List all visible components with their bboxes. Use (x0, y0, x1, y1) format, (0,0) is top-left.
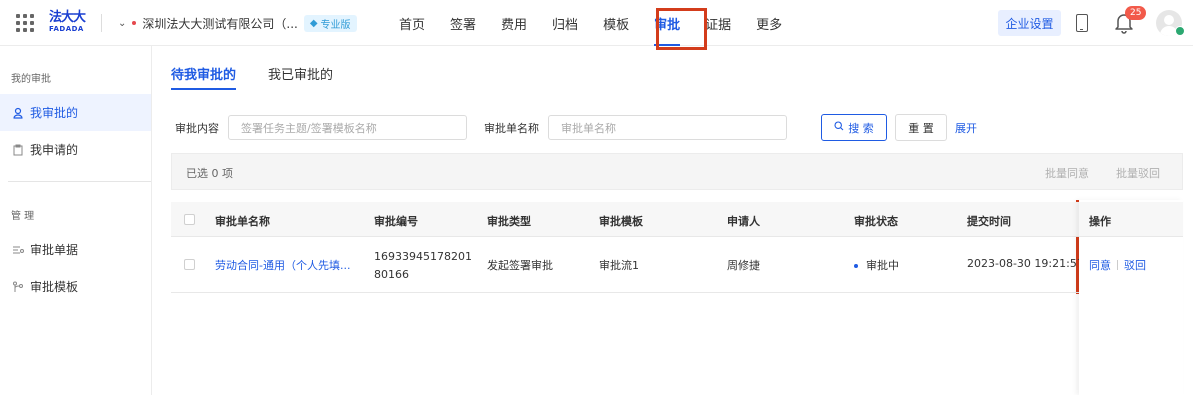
logo-text: 法大大 (49, 10, 86, 25)
nav-evidence[interactable]: 证据 (705, 0, 731, 46)
name-filter-label: 审批单名称 (484, 122, 539, 135)
nav-more[interactable]: 更多 (756, 0, 782, 46)
verified-icon (1175, 26, 1185, 36)
col-header-status: 审批状态 (854, 215, 898, 228)
nav-approval[interactable]: 审批 (654, 0, 681, 46)
app-grid-icon[interactable] (16, 14, 34, 32)
company-name: 深圳法大大测试有限公司（... (142, 16, 298, 31)
col-header-template: 审批模板 (599, 215, 643, 228)
clipboard-icon (12, 144, 24, 156)
row-checkbox[interactable] (184, 259, 195, 270)
sidebar-section-mine: 我的审批 (11, 74, 51, 85)
status-badge: 审批中 (854, 257, 899, 273)
sidebar: 我的审批 我审批的 我申请的 管 理 审批单据 审批模板 (0, 46, 152, 395)
nav-billing[interactable]: 费用 (501, 0, 527, 46)
sidebar-item-approval-forms[interactable]: 审批单据 (0, 231, 151, 268)
logo-subtext: FADADA (49, 25, 84, 33)
header-divider (101, 14, 102, 32)
bulk-reject-button[interactable]: 批量驳回 (1116, 165, 1160, 181)
reject-button[interactable]: 驳回 (1124, 257, 1146, 273)
col-header-actions-label: 操作 (1089, 215, 1111, 228)
submit-time: 2023-08-30 19:21:57 (967, 257, 1084, 270)
diamond-icon: ◆ (309, 17, 318, 29)
sidebar-item-my-applications[interactable]: 我申请的 (0, 131, 151, 168)
selection-count: 已选 0 项 (186, 167, 233, 180)
company-switcher[interactable]: ⌄ 深圳法大大测试有限公司（... ◆ 专业版 (118, 13, 357, 33)
col-header-submit-time: 提交时间 (967, 215, 1011, 228)
bulk-approve-button[interactable]: 批量同意 (1045, 165, 1089, 181)
status-dot-icon (132, 21, 137, 25)
col-header-name: 审批单名称 (215, 215, 270, 228)
brand-logo[interactable]: 法大大 FADADA (49, 11, 91, 35)
main-nav: 首页 签署 费用 归档 模板 审批 证据 更多 (399, 0, 807, 46)
table-header: 审批单名称 审批编号 审批类型 审批模板 申请人 审批状态 提交时间 (171, 202, 1183, 237)
expand-filters-link[interactable]: 展开 (955, 120, 977, 136)
sidebar-item-approval-templates[interactable]: 审批模板 (0, 268, 151, 305)
search-button[interactable]: 搜 索 (821, 114, 887, 141)
tab-pending-my-approval[interactable]: 待我审批的 (171, 56, 237, 90)
approval-type: 发起签署审批 (487, 259, 553, 272)
enterprise-settings-button[interactable]: 企业设置 (998, 10, 1061, 36)
status-text: 审批中 (866, 259, 899, 272)
table-row: 劳动合同-通用（个人先填... 16933945178201 80166 发起签… (171, 237, 1183, 293)
col-header-actions: 操作 (1079, 202, 1183, 237)
nav-home[interactable]: 首页 (399, 0, 425, 46)
sidebar-item-label: 审批模板 (30, 280, 79, 294)
approval-name-link[interactable]: 劳动合同-通用（个人先填... (215, 257, 350, 273)
action-separator (1117, 260, 1118, 270)
sidebar-section-manage: 管 理 (11, 211, 35, 222)
status-dot-icon (854, 264, 858, 268)
select-all-checkbox[interactable] (184, 214, 195, 225)
col-header-type: 审批类型 (487, 215, 531, 228)
reset-button[interactable]: 重 置 (895, 114, 947, 141)
nav-archive[interactable]: 归档 (552, 0, 578, 46)
sidebar-item-label: 我申请的 (30, 143, 79, 157)
edition-label: 专业版 (320, 19, 351, 31)
row-actions: 同意 驳回 (1089, 257, 1146, 273)
approval-number-line2: 80166 (374, 268, 409, 281)
search-button-label: 搜 索 (848, 121, 874, 135)
approval-number: 16933945178201 80166 (374, 248, 472, 284)
search-icon (834, 121, 844, 134)
edition-badge: ◆ 专业版 (303, 14, 357, 32)
tab-approved-by-me[interactable]: 我已审批的 (268, 56, 333, 90)
notification-badge: 25 (1125, 6, 1147, 20)
approval-template: 审批流1 (599, 259, 639, 272)
nav-sign[interactable]: 签署 (450, 0, 476, 46)
sidebar-item-my-approvals[interactable]: 我审批的 (0, 94, 151, 131)
flow-icon (12, 281, 24, 293)
chevron-down-icon: ⌄ (118, 17, 127, 29)
col-header-applicant: 申请人 (727, 215, 760, 228)
approve-button[interactable]: 同意 (1089, 257, 1111, 273)
sidebar-divider (8, 181, 151, 182)
col-header-number: 审批编号 (374, 215, 418, 228)
applicant: 周修捷 (727, 259, 760, 272)
user-icon (12, 107, 24, 119)
sidebar-item-label: 审批单据 (30, 243, 79, 257)
selection-bar: 已选 0 项 批量同意 批量驳回 (171, 153, 1183, 190)
content-filter-label: 审批内容 (175, 122, 219, 135)
list-settings-icon (12, 244, 24, 256)
operations-column: 操作 同意 驳回 (1079, 200, 1183, 395)
approval-tabs: 待我审批的 我已审批的 (171, 56, 333, 90)
content-filter-input[interactable]: 签署任务主题/签署模板名称 (228, 115, 467, 140)
name-filter-input[interactable]: 审批单名称 (548, 115, 787, 140)
approval-number-line1: 16933945178201 (374, 250, 472, 263)
sidebar-item-label: 我审批的 (30, 106, 79, 120)
top-bar: 法大大 FADADA ⌄ 深圳法大大测试有限公司（... ◆ 专业版 首页 签署… (0, 0, 1193, 46)
nav-template[interactable]: 模板 (603, 0, 629, 46)
mobile-icon[interactable] (1076, 14, 1088, 32)
